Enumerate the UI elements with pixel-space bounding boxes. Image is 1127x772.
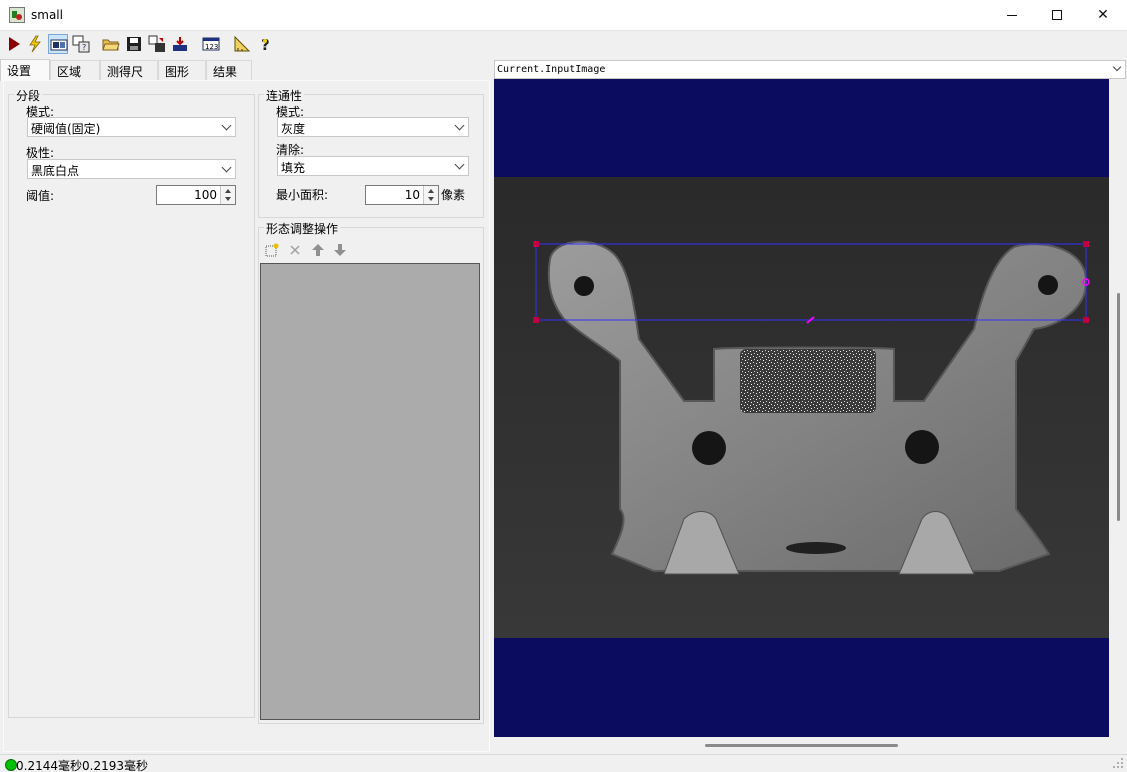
save-icon[interactable] — [124, 34, 144, 54]
segmentation-mode-select[interactable]: 硬阈值(固定) — [27, 117, 236, 137]
clear-value: 填充 — [281, 161, 306, 175]
tab-results[interactable]: 结果 — [206, 60, 252, 80]
tab-settings[interactable]: 设置 — [0, 59, 50, 81]
maximize-icon — [1052, 10, 1062, 20]
min-area-label: 最小面积: — [276, 188, 329, 202]
spinner-up-icon[interactable] — [225, 189, 231, 193]
bottom-slot — [786, 542, 846, 554]
open-folder-icon[interactable] — [101, 34, 121, 54]
ruler-icon[interactable] — [232, 34, 252, 54]
region-handle[interactable] — [1083, 317, 1089, 323]
close-icon: ✕ — [1097, 7, 1109, 23]
chevron-down-icon — [221, 162, 232, 173]
connectivity-title: 连通性 — [264, 87, 305, 104]
title-bar: small ✕ — [0, 0, 1127, 31]
region-handle[interactable] — [1083, 241, 1089, 247]
morphology-toolbar — [262, 239, 362, 261]
morphology-operations-list[interactable] — [260, 263, 480, 720]
chevron-down-icon — [1112, 62, 1122, 72]
vertical-scrollbar[interactable] — [1111, 79, 1127, 737]
horizontal-scroll-thumb[interactable] — [705, 744, 898, 747]
svg-text:?: ? — [261, 36, 270, 53]
import-icon[interactable] — [170, 34, 190, 54]
inspection-image — [494, 177, 1109, 638]
connectivity-mode-select[interactable]: 灰度 — [277, 117, 469, 137]
numeric-display-icon[interactable]: 123 — [201, 34, 221, 54]
tab-strip: 设置 区域 测得尺寸 图形 结果 — [0, 59, 260, 96]
threshold-label: 阈值: — [26, 189, 55, 203]
spinner-arrows[interactable] — [220, 186, 235, 204]
image-source-select[interactable]: Current.InputImage — [494, 60, 1126, 79]
minimize-icon — [1007, 15, 1017, 16]
status-bar: 0.2144毫秒0.2193毫秒 — [0, 754, 1127, 772]
clear-select[interactable]: 填充 — [277, 156, 469, 176]
status-text: 0.2144毫秒0.2193毫秒 — [16, 759, 148, 772]
maximize-button[interactable] — [1034, 0, 1080, 31]
segmentation-title: 分段 — [14, 87, 43, 104]
svg-text:?: ? — [82, 43, 86, 52]
right-body-hole — [905, 430, 939, 464]
center-cutout — [740, 349, 876, 413]
min-area-unit: 像素 — [441, 188, 466, 202]
threshold-spinner[interactable]: 100 — [156, 185, 236, 205]
morphology-title: 形态调整操作 — [264, 220, 341, 237]
chevron-down-icon — [454, 120, 465, 131]
horizontal-scrollbar[interactable] — [494, 737, 1109, 753]
min-area-value: 10 — [404, 188, 420, 202]
svg-text:123: 123 — [205, 43, 218, 51]
add-operation-icon[interactable] — [264, 242, 280, 258]
polarity-select[interactable]: 黑底白点 — [27, 159, 236, 179]
connectivity-mode-value: 灰度 — [281, 122, 306, 136]
tab-graphics[interactable]: 图形 — [158, 60, 206, 80]
window-title: small — [31, 8, 63, 22]
region-handle[interactable] — [533, 317, 539, 323]
help-icon[interactable]: ? — [256, 34, 276, 54]
left-ear-hole — [574, 276, 594, 296]
edit-image-icon[interactable]: ? — [71, 34, 91, 54]
image-source-value: Current.InputImage — [497, 64, 606, 75]
spinner-up-icon[interactable] — [428, 189, 434, 193]
threshold-value: 100 — [194, 188, 217, 202]
region-handle[interactable] — [533, 241, 539, 247]
close-button[interactable]: ✕ — [1080, 0, 1126, 31]
image-viewer[interactable] — [494, 79, 1109, 737]
left-body-hole — [692, 431, 726, 465]
chevron-down-icon — [221, 120, 232, 131]
move-down-icon[interactable] — [332, 242, 348, 258]
spinner-down-icon[interactable] — [225, 197, 231, 201]
polarity-value: 黑底白点 — [31, 164, 80, 178]
run-icon[interactable] — [4, 34, 24, 54]
right-ear-hole — [1038, 275, 1058, 295]
lightning-icon[interactable] — [25, 34, 45, 54]
chevron-down-icon — [454, 159, 465, 170]
tab-region[interactable]: 区域 — [50, 60, 100, 80]
spinner-down-icon[interactable] — [428, 197, 434, 201]
delete-operation-icon[interactable] — [287, 242, 303, 258]
tab-measurements[interactable]: 测得尺寸 — [100, 60, 158, 96]
graphics-icon[interactable] — [147, 34, 167, 54]
toolbar: ? 123 ? — [0, 31, 1127, 58]
vertical-scroll-thumb[interactable] — [1117, 293, 1120, 521]
minimize-button[interactable] — [989, 0, 1035, 31]
segmentation-mode-value: 硬阈值(固定) — [31, 122, 101, 136]
resize-grip-icon[interactable] — [1112, 757, 1124, 769]
image-display-icon[interactable] — [48, 34, 68, 54]
spinner-arrows[interactable] — [423, 186, 438, 204]
app-icon — [9, 7, 25, 23]
min-area-spinner[interactable]: 10 — [365, 185, 439, 205]
move-up-icon[interactable] — [310, 242, 326, 258]
